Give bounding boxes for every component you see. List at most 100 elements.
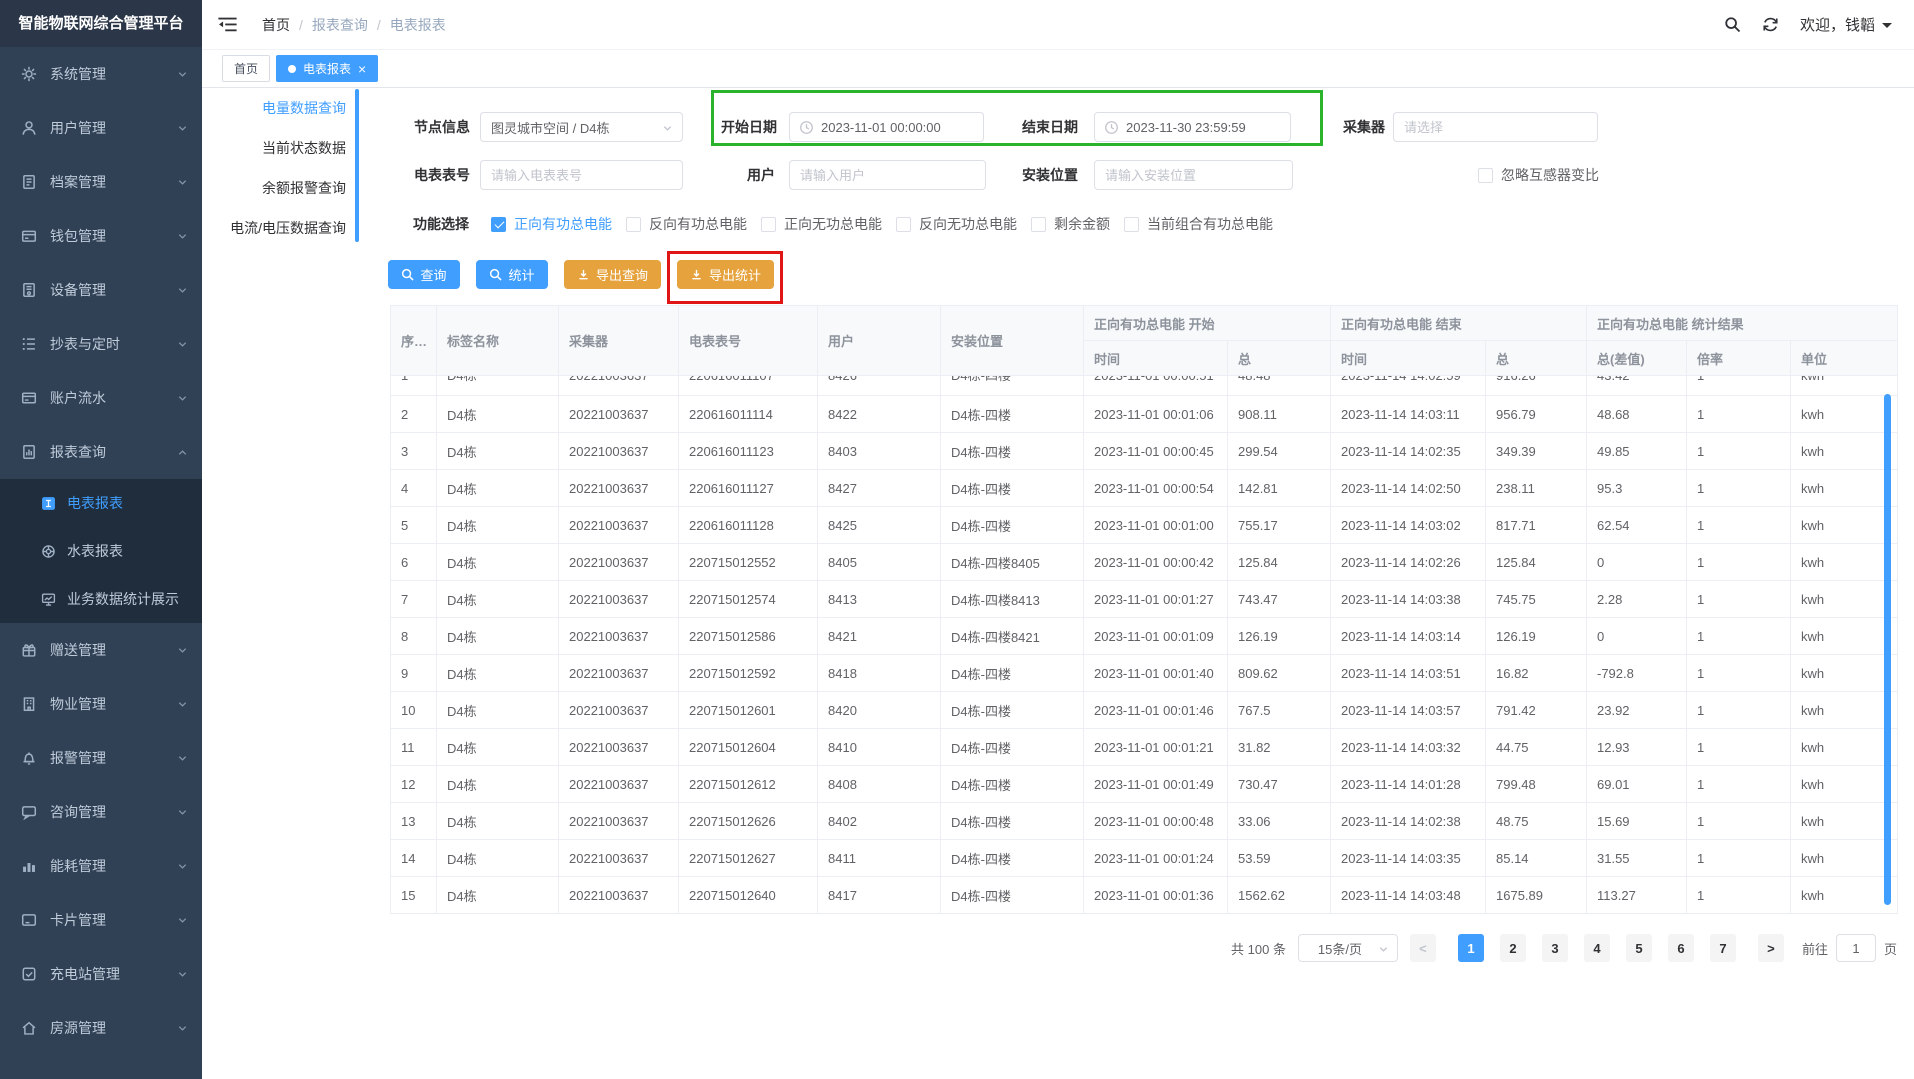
table-header-cell: 电表表号: [679, 306, 818, 376]
user-input[interactable]: [790, 161, 985, 189]
export-query-button[interactable]: 导出查询: [564, 260, 661, 289]
ignore-ratio-checkbox[interactable]: 忽略互感器变比: [1478, 165, 1599, 185]
table-row[interactable]: 8D4栋202210036372207150125868421D4栋-四楼842…: [391, 618, 1898, 655]
prev-page-button[interactable]: <: [1410, 934, 1436, 962]
function-checkbox-1[interactable]: 反向有功总电能: [626, 214, 747, 234]
table-cell: 49.85: [1587, 433, 1687, 470]
page-button-7[interactable]: 7: [1710, 934, 1736, 962]
table-row[interactable]: 14D4栋202210036372207150126278411D4栋-四楼20…: [391, 840, 1898, 877]
user-inputbox[interactable]: [789, 160, 986, 190]
table-row[interactable]: 1D4栋202210036372206160111078426D4栋-四楼202…: [391, 376, 1898, 396]
collector-input[interactable]: [1394, 113, 1597, 141]
table-row[interactable]: 15D4栋202210036372207150126408417D4栋-四楼20…: [391, 877, 1898, 914]
sidebar-item-8[interactable]: 赠送管理: [0, 623, 202, 677]
sidebar-item-15[interactable]: 房源管理: [0, 1001, 202, 1055]
device-icon: [21, 282, 37, 298]
breadcrumb-report-query[interactable]: 报表查询: [312, 15, 368, 35]
sidebar-item-4[interactable]: 设备管理: [0, 263, 202, 317]
table-cell: 767.5: [1228, 692, 1331, 729]
function-checkbox-3[interactable]: 反向无功总电能: [896, 214, 1017, 234]
start-date-picker[interactable]: [789, 112, 984, 142]
sidebar-subitem-1[interactable]: 水表报表: [0, 527, 202, 575]
sidebar-item-7[interactable]: 报表查询: [0, 425, 202, 479]
next-page-button[interactable]: >: [1758, 934, 1784, 962]
submenu-item-0[interactable]: 电量数据查询: [202, 88, 352, 128]
meter-no-inputbox[interactable]: [480, 160, 683, 190]
user-menu[interactable]: 欢迎，钱韜: [1800, 14, 1892, 35]
table-row[interactable]: 11D4栋202210036372207150126048410D4栋-四楼20…: [391, 729, 1898, 766]
function-checkbox-0[interactable]: 正向有功总电能: [491, 214, 612, 234]
tab-home[interactable]: 首页: [222, 55, 270, 82]
function-checkbox-4[interactable]: 剩余金额: [1031, 214, 1110, 234]
sidebar-item-3[interactable]: 钱包管理: [0, 209, 202, 263]
sidebar-item-label: 卡片管理: [50, 910, 177, 930]
sidebar-item-label: 设备管理: [50, 280, 177, 300]
sidebar-item-11[interactable]: 咨询管理: [0, 785, 202, 839]
submenu-scrollbar[interactable]: [355, 89, 359, 242]
table-cell: 1: [1687, 376, 1791, 396]
sidebar-item-5[interactable]: 抄表与定时: [0, 317, 202, 371]
page-button-4[interactable]: 4: [1584, 934, 1610, 962]
submenu-item-2[interactable]: 余额报警查询: [202, 168, 352, 208]
page-button-6[interactable]: 6: [1668, 934, 1694, 962]
sidebar-item-12[interactable]: 能耗管理: [0, 839, 202, 893]
goto-page-input[interactable]: [1836, 934, 1876, 962]
table-row[interactable]: 3D4栋202210036372206160111238403D4栋-四楼202…: [391, 433, 1898, 470]
table-row[interactable]: 6D4栋202210036372207150125528405D4栋-四楼840…: [391, 544, 1898, 581]
sidebar-item-13[interactable]: 卡片管理: [0, 893, 202, 947]
table-cell: D4栋: [437, 692, 559, 729]
query-button[interactable]: 查询: [388, 260, 460, 289]
function-checkbox-2[interactable]: 正向无功总电能: [761, 214, 882, 234]
sidebar-subitem-2[interactable]: 业务数据统计展示: [0, 575, 202, 623]
sidebar-item-14[interactable]: 充电站管理: [0, 947, 202, 1001]
search-icon[interactable]: [1724, 16, 1741, 33]
table-cell: 20221003637: [559, 618, 679, 655]
table-cell: 33.06: [1228, 803, 1331, 840]
page-button-2[interactable]: 2: [1500, 934, 1526, 962]
table-row[interactable]: 9D4栋202210036372207150125928418D4栋-四楼202…: [391, 655, 1898, 692]
page-button-1[interactable]: 1: [1458, 934, 1484, 962]
function-checkbox-5[interactable]: 当前组合有功总电能: [1124, 214, 1273, 234]
table-row[interactable]: 2D4栋202210036372206160111148422D4栋-四楼202…: [391, 396, 1898, 433]
sidebar-item-1[interactable]: 用户管理: [0, 101, 202, 155]
sidebar-item-6[interactable]: 账户流水: [0, 371, 202, 425]
table-row[interactable]: 10D4栋202210036372207150126018420D4栋-四楼20…: [391, 692, 1898, 729]
table-cell: 809.62: [1228, 655, 1331, 692]
table-cell: 8402: [818, 803, 941, 840]
location-inputbox[interactable]: [1094, 160, 1293, 190]
page-size-select[interactable]: 15条/页: [1298, 934, 1398, 962]
sidebar-fold-icon[interactable]: [218, 17, 237, 32]
sidebar-item-9[interactable]: 物业管理: [0, 677, 202, 731]
table-row[interactable]: 12D4栋202210036372207150126128408D4栋-四楼20…: [391, 766, 1898, 803]
end-date-picker[interactable]: [1094, 112, 1291, 142]
table-cell: 2023-11-14 14:02:26: [1331, 544, 1486, 581]
tab-close-icon[interactable]: ×: [358, 62, 366, 76]
sidebar-item-2[interactable]: 档案管理: [0, 155, 202, 209]
start-date-input[interactable]: [790, 113, 983, 141]
table-scrollbar[interactable]: [1884, 394, 1891, 905]
page-button-5[interactable]: 5: [1626, 934, 1652, 962]
export-stats-button[interactable]: 导出统计: [677, 260, 774, 289]
table-row[interactable]: 5D4栋202210036372206160111288425D4栋-四楼202…: [391, 507, 1898, 544]
table-row[interactable]: 13D4栋202210036372207150126268402D4栋-四楼20…: [391, 803, 1898, 840]
submenu-item-3[interactable]: 电流/电压数据查询: [202, 208, 352, 248]
stats-button[interactable]: 统计: [476, 260, 548, 289]
page-button-3[interactable]: 3: [1542, 934, 1568, 962]
sidebar-subitem-0[interactable]: 电表报表: [0, 479, 202, 527]
tab-meter-report[interactable]: 电表报表 ×: [276, 55, 378, 82]
node-info-value[interactable]: [481, 113, 682, 141]
sidebar-item-0[interactable]: 系统管理: [0, 47, 202, 101]
sidebar-item-10[interactable]: 报警管理: [0, 731, 202, 785]
end-date-input[interactable]: [1095, 113, 1290, 141]
table-row[interactable]: 7D4栋202210036372207150125748413D4栋-四楼841…: [391, 581, 1898, 618]
consult-icon: [21, 804, 37, 820]
collector-select[interactable]: [1393, 112, 1598, 142]
location-input[interactable]: [1095, 161, 1292, 189]
breadcrumb-home[interactable]: 首页: [262, 15, 290, 35]
table-row[interactable]: 4D4栋202210036372206160111278427D4栋-四楼202…: [391, 470, 1898, 507]
refresh-icon[interactable]: [1762, 16, 1779, 33]
chevron-down-icon: [662, 123, 673, 134]
submenu-item-1[interactable]: 当前状态数据: [202, 128, 352, 168]
node-info-select[interactable]: [480, 112, 683, 142]
meter-no-input[interactable]: [481, 161, 682, 189]
